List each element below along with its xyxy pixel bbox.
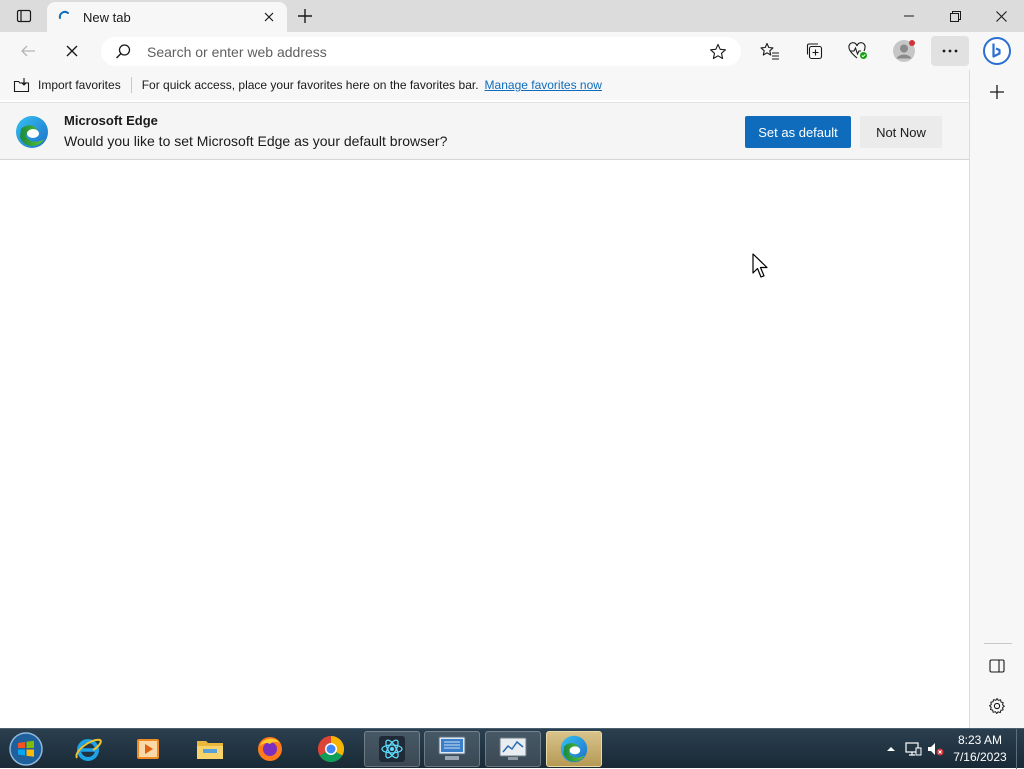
close-icon: [995, 10, 1007, 22]
tab-title: New tab: [83, 9, 131, 25]
favorites-divider: [130, 77, 132, 93]
edge-logo-icon: [16, 116, 48, 148]
address-bar[interactable]: [101, 37, 741, 66]
minimize-button[interactable]: [886, 0, 932, 32]
close-window-button[interactable]: [978, 0, 1024, 32]
volume-muted-icon: [928, 743, 944, 756]
restore-button[interactable]: [932, 0, 978, 32]
favorites-icon: [760, 42, 779, 60]
internet-explorer-icon: [75, 738, 102, 761]
media-player-icon: [137, 739, 159, 759]
sidebar-divider: [984, 643, 1012, 644]
add-favorite-button[interactable]: [707, 41, 729, 63]
favorites-hint: For quick access, place your favorites h…: [141, 78, 479, 92]
taskbar-app-media-player[interactable]: [120, 731, 176, 767]
minimize-icon: [904, 15, 914, 17]
taskbar-app-chrome[interactable]: [303, 731, 359, 767]
taskbar-app-file-explorer[interactable]: [182, 731, 238, 767]
show-hidden-icons-button[interactable]: [880, 738, 902, 760]
network-icon: [905, 742, 922, 756]
address-input[interactable]: [147, 43, 707, 60]
taskbar-app-firefox[interactable]: [242, 731, 298, 767]
monitor-chart-icon: [499, 737, 527, 760]
taskbar-app-edge[interactable]: [546, 731, 602, 767]
mouse-cursor-icon: [752, 253, 768, 278]
react-icon: [379, 736, 405, 762]
taskbar-clock[interactable]: 8:23 AM 7/16/2023: [948, 732, 1012, 766]
loading-spinner-icon: [58, 10, 69, 19]
bing-icon: [983, 37, 1011, 65]
avatar-icon: [893, 40, 915, 62]
taskbar-app-react-devtools[interactable]: [364, 731, 420, 767]
star-icon: [710, 43, 726, 59]
restore-icon: [949, 10, 961, 22]
collections-button[interactable]: [798, 36, 830, 66]
sidebar-add-button[interactable]: [982, 77, 1012, 107]
chevron-up-icon: [887, 747, 895, 751]
stop-loading-button[interactable]: [56, 36, 88, 66]
favorites-bar: Import favorites For quick access, place…: [0, 70, 970, 100]
browser-essentials-button[interactable]: [842, 36, 874, 66]
import-icon: [13, 78, 30, 93]
back-arrow-icon: [21, 45, 35, 57]
taskbar-app-internet-explorer[interactable]: [60, 731, 116, 767]
firefox-icon: [258, 737, 282, 761]
sidebar-toggle-icon: [989, 659, 1005, 673]
more-icon: [942, 49, 958, 53]
banner-message: Would you like to set Microsoft Edge as …: [64, 133, 448, 149]
tab-actions-button[interactable]: [8, 4, 40, 28]
navigation-toolbar: [0, 32, 1024, 70]
stop-icon: [66, 45, 78, 57]
banner-title: Microsoft Edge: [64, 113, 158, 128]
manage-favorites-link[interactable]: Manage favorites now: [485, 78, 602, 92]
taskbar: 8:23 AM 7/16/2023: [0, 728, 1024, 769]
heart-pulse-icon: [848, 42, 867, 59]
tab-close-button[interactable]: [261, 9, 277, 25]
windows-orb-icon: [9, 732, 43, 766]
plus-icon: [990, 85, 1004, 99]
edge-sidebar: [969, 70, 1024, 728]
search-icon: [113, 42, 133, 62]
start-button[interactable]: [6, 730, 46, 768]
plus-icon: [298, 9, 312, 23]
default-browser-banner: Microsoft Edge Would you like to set Mic…: [0, 102, 970, 160]
network-status-button[interactable]: [902, 738, 924, 760]
set-as-default-button[interactable]: Set as default: [745, 116, 851, 148]
clock-date: 7/16/2023: [953, 750, 1007, 764]
favorites-button[interactable]: [754, 36, 786, 66]
folder-icon: [197, 741, 223, 759]
import-favorites-label: Import favorites: [38, 78, 121, 92]
customize-sidebar-button[interactable]: [982, 691, 1012, 721]
taskbar-app-remote-desktop[interactable]: [424, 731, 480, 767]
close-icon: [264, 12, 274, 22]
back-button[interactable]: [12, 36, 44, 66]
gear-icon: [989, 698, 1005, 714]
volume-button[interactable]: [924, 738, 946, 760]
profile-button[interactable]: [888, 36, 920, 66]
settings-and-more-button[interactable]: [931, 36, 969, 66]
bing-copilot-button[interactable]: [980, 36, 1014, 66]
taskbar-app-task-monitor[interactable]: [485, 731, 541, 767]
hide-sidebar-button[interactable]: [982, 651, 1012, 681]
clock-time: 8:23 AM: [957, 733, 1003, 747]
edge-icon: [560, 735, 588, 763]
not-now-button[interactable]: Not Now: [860, 116, 942, 148]
system-tray: [880, 729, 946, 769]
collections-icon: [806, 43, 823, 60]
show-desktop-button[interactable]: [1016, 729, 1024, 769]
page-content[interactable]: [0, 160, 969, 728]
chrome-icon: [317, 735, 345, 763]
remote-desktop-icon: [438, 736, 466, 760]
tab-new-tab[interactable]: New tab: [47, 2, 287, 32]
new-tab-button[interactable]: [292, 4, 318, 28]
title-bar: New tab: [0, 0, 1024, 32]
import-favorites-button[interactable]: Import favorites: [13, 77, 121, 93]
tab-actions-icon: [16, 9, 32, 23]
